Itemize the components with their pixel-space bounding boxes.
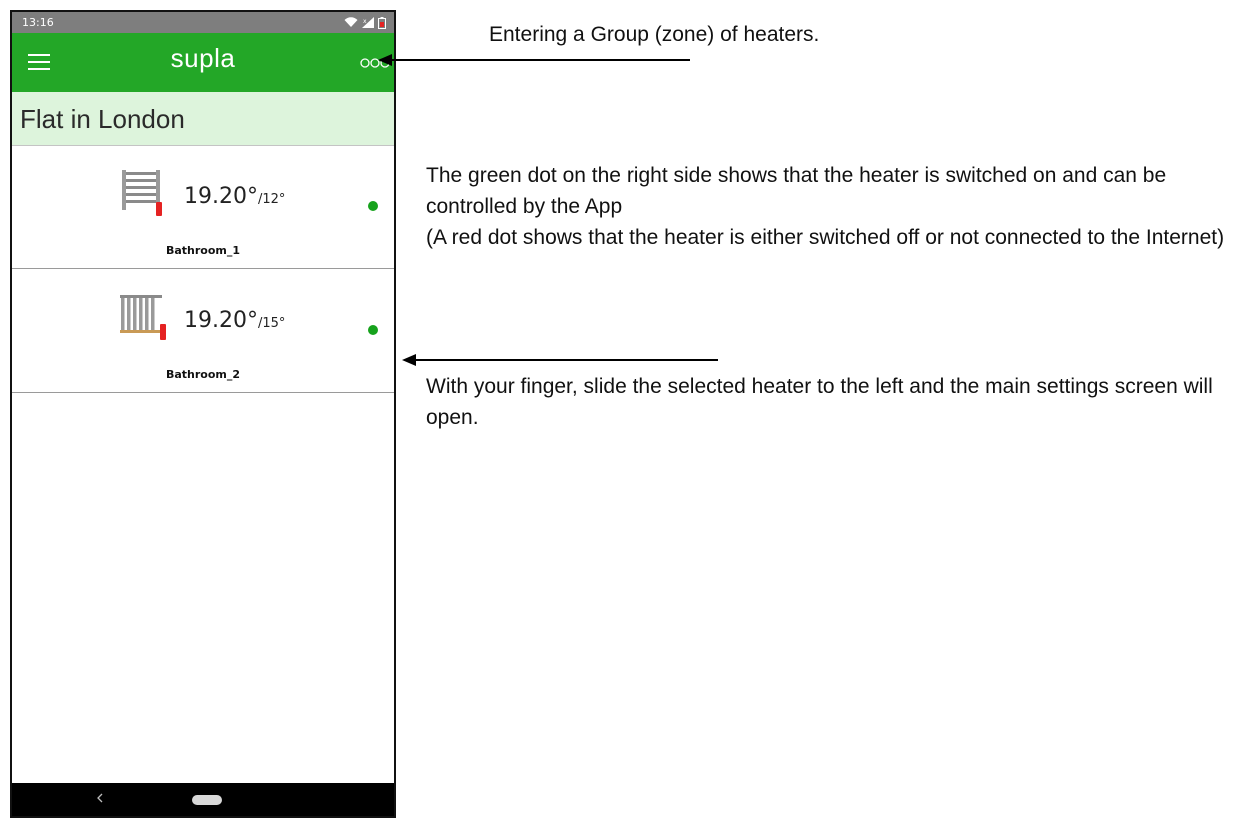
arrow-left-icon [402, 354, 718, 366]
status-dot-hint-line-2: (A red dot shows that the heater is eith… [426, 226, 1225, 249]
svg-text:x: x [363, 18, 367, 25]
radiator-heater-icon [120, 295, 166, 340]
temperature-readout: 19.20°/12° [184, 184, 285, 209]
app-bar: supla [12, 33, 394, 92]
cellular-signal-icon: x [362, 17, 374, 28]
phone-screen: 13:16 x supla Flat in London 19.20°/12° … [10, 10, 396, 818]
setpoint-temperature: 15° [262, 316, 286, 331]
channel-row-bathroom-1[interactable]: 19.20°/12° Bathroom_1 [12, 146, 394, 269]
setpoint-temperature: 12° [262, 192, 286, 207]
wifi-icon [344, 17, 358, 27]
temperature-readout: 19.20°/15° [184, 308, 285, 333]
channel-name: Bathroom_1 [165, 244, 241, 257]
annotation-status-dot-hint: The green dot on the right side shows th… [426, 160, 1248, 253]
online-status-dot [368, 325, 378, 335]
online-status-dot [368, 201, 378, 211]
battery-icon [378, 16, 386, 29]
status-time: 13:16 [22, 16, 54, 29]
current-temperature: 19.20° [184, 308, 258, 333]
navigation-bar [12, 783, 394, 816]
current-temperature: 19.20° [184, 184, 258, 209]
channel-name: Bathroom_2 [165, 368, 241, 381]
arrow-left-icon [378, 54, 690, 66]
location-header[interactable]: Flat in London [12, 92, 394, 146]
back-chevron-icon[interactable] [94, 789, 106, 807]
annotation-slide-hint: With your finger, slide the selected hea… [426, 375, 1213, 429]
towel-rail-heater-icon [122, 170, 162, 216]
status-dot-hint-line-1: The green dot on the right side shows th… [426, 164, 1167, 218]
annotation-group-hint: Entering a Group (zone) of heaters. [489, 23, 820, 46]
status-bar: 13:16 x [12, 12, 394, 33]
home-pill-icon[interactable] [192, 795, 222, 805]
channel-row-bathroom-2[interactable]: 19.20°/15° Bathroom_2 [12, 270, 394, 393]
app-title: supla [170, 43, 236, 73]
